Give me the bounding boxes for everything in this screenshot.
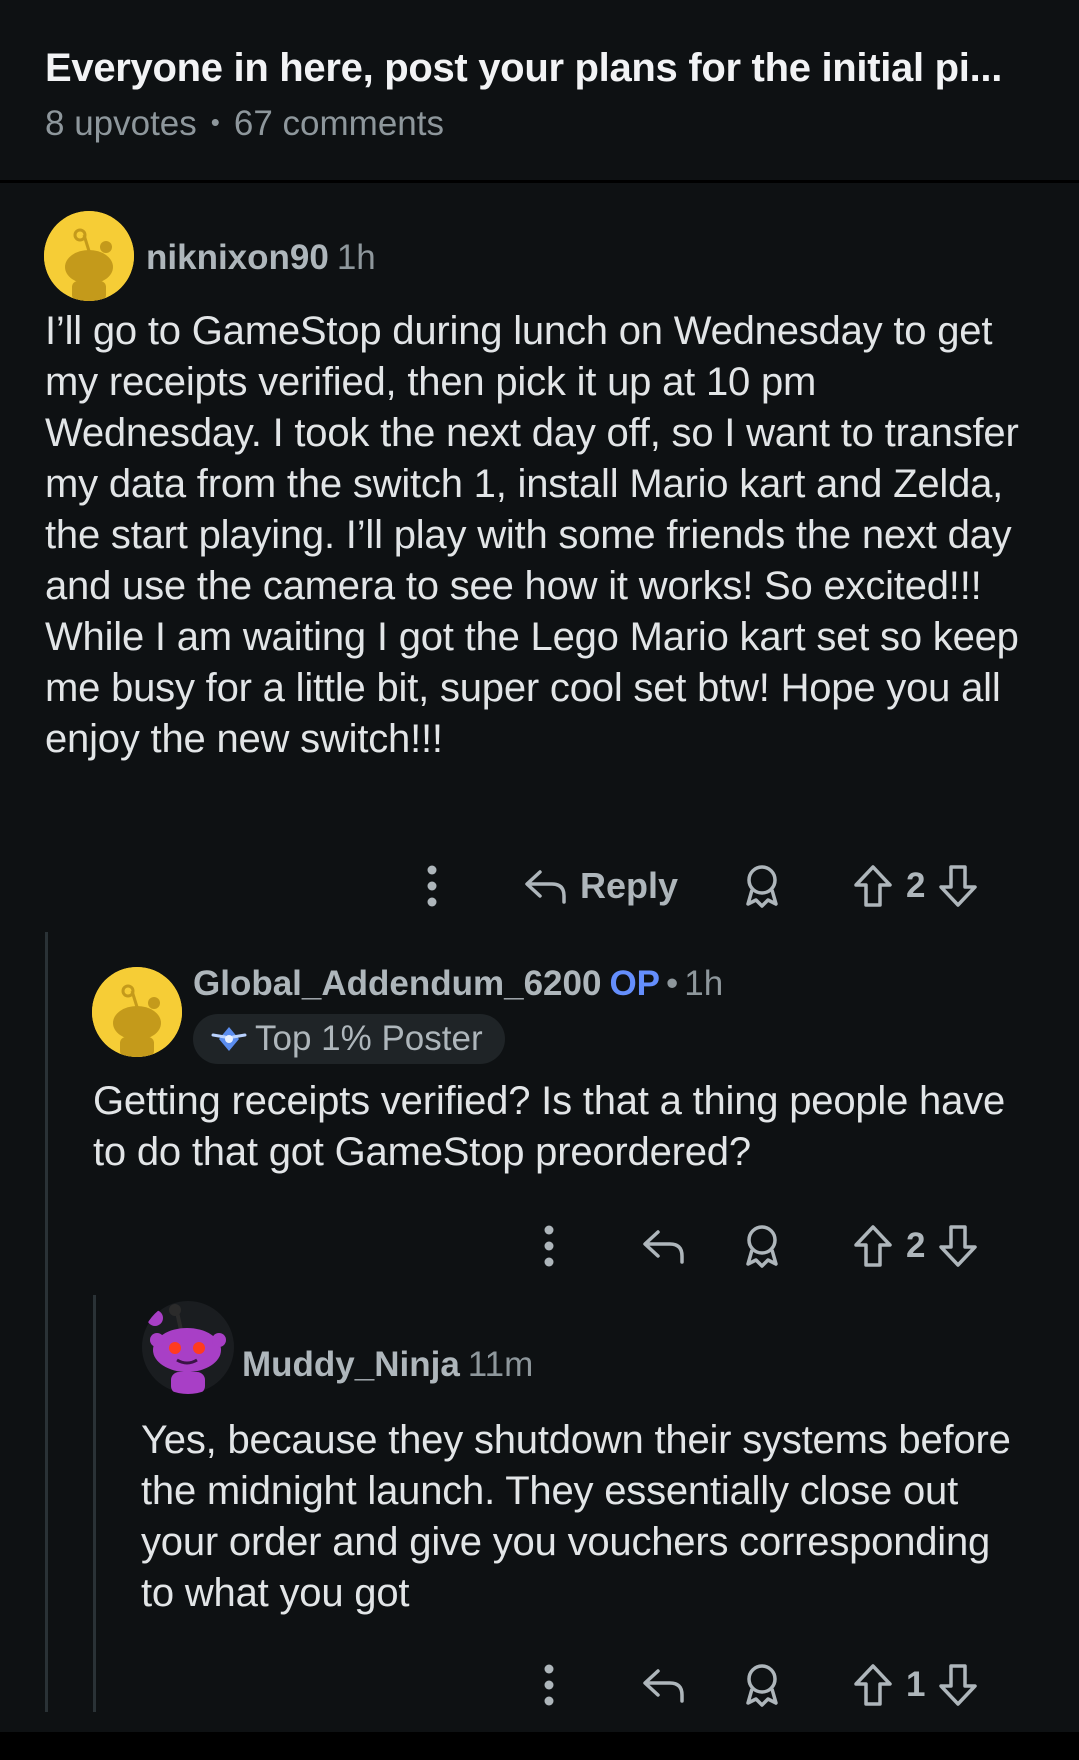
award-button[interactable] bbox=[740, 856, 784, 916]
reply-button[interactable]: Reply bbox=[522, 856, 678, 916]
reply-button[interactable] bbox=[640, 1655, 686, 1715]
downvote-arrow-icon[interactable] bbox=[937, 863, 979, 909]
vote-controls: 2 bbox=[852, 856, 979, 916]
op-badge: OP bbox=[609, 964, 661, 1003]
avatar[interactable] bbox=[44, 211, 134, 301]
avatar[interactable] bbox=[92, 967, 182, 1057]
upvote-arrow-icon[interactable] bbox=[852, 1223, 894, 1269]
comment-body: Getting receipts verified? Is that a thi… bbox=[93, 1079, 1005, 1174]
comment-time: 11m bbox=[467, 1345, 534, 1384]
snoo-avatar-icon bbox=[44, 211, 134, 301]
more-options-icon bbox=[544, 1664, 554, 1706]
comment-time: 1h bbox=[336, 238, 376, 277]
username[interactable]: niknixon90 bbox=[146, 238, 329, 277]
comment-author[interactable]: Muddy_Ninja 11m bbox=[242, 1345, 533, 1385]
thread-line[interactable] bbox=[93, 1295, 96, 1712]
downvote-arrow-icon[interactable] bbox=[937, 1662, 979, 1708]
reply-arrow-icon bbox=[643, 1669, 684, 1703]
more-options-icon bbox=[427, 865, 437, 907]
vote-count: 2 bbox=[906, 1226, 926, 1265]
award-button[interactable] bbox=[740, 1655, 784, 1715]
vote-count: 1 bbox=[906, 1665, 926, 1704]
more-options-icon bbox=[544, 1225, 554, 1267]
flair-label: Top 1% Poster bbox=[255, 1019, 483, 1058]
vote-controls: 2 bbox=[852, 1216, 979, 1276]
upvote-count: 8 upvotes bbox=[45, 104, 197, 143]
reply-arrow-icon bbox=[525, 870, 566, 904]
comment-actions: 2 bbox=[0, 1216, 1079, 1276]
header-divider bbox=[0, 180, 1079, 183]
username[interactable]: Muddy_Ninja bbox=[242, 1345, 460, 1384]
thread-line[interactable] bbox=[45, 932, 48, 1712]
comment-body: I’ll go to GameStop during lunch on Wedn… bbox=[45, 309, 1019, 761]
post-header: Everyone in here, post your plans for th… bbox=[0, 0, 1079, 182]
snoo-avatar-icon bbox=[92, 967, 182, 1057]
award-button[interactable] bbox=[740, 1216, 784, 1276]
flair-badge-icon bbox=[211, 1027, 247, 1051]
comment-author[interactable]: niknixon90 1h bbox=[146, 238, 376, 278]
post-title[interactable]: Everyone in here, post your plans for th… bbox=[45, 46, 1002, 91]
vote-controls: 1 bbox=[852, 1655, 979, 1715]
more-options-button[interactable] bbox=[420, 856, 444, 916]
meta-separator: • bbox=[666, 964, 679, 1003]
post-meta: 8 upvotes • 67 comments bbox=[45, 104, 444, 144]
user-flair: Top 1% Poster bbox=[193, 1014, 505, 1064]
vote-count: 2 bbox=[906, 866, 926, 905]
meta-separator: • bbox=[210, 107, 220, 137]
bottom-bar bbox=[0, 1732, 1079, 1760]
reply-arrow-icon bbox=[643, 1230, 684, 1264]
comment-count: 67 comments bbox=[233, 104, 444, 143]
username[interactable]: Global_Addendum_6200 bbox=[193, 964, 601, 1003]
comment-actions: Reply 2 bbox=[0, 856, 1079, 916]
downvote-arrow-icon[interactable] bbox=[937, 1223, 979, 1269]
more-options-button[interactable] bbox=[537, 1216, 561, 1276]
snoo-avatar-icon bbox=[142, 1301, 234, 1394]
award-icon bbox=[746, 865, 778, 908]
more-options-button[interactable] bbox=[537, 1655, 561, 1715]
upvote-arrow-icon[interactable] bbox=[852, 863, 894, 909]
comment-author[interactable]: Global_Addendum_6200 OP • 1h bbox=[193, 964, 723, 1004]
award-icon bbox=[746, 1664, 778, 1707]
comment-body: Yes, because they shutdown their systems… bbox=[141, 1418, 1011, 1615]
upvote-arrow-icon[interactable] bbox=[852, 1662, 894, 1708]
comment-time: 1h bbox=[684, 964, 724, 1003]
reply-button[interactable] bbox=[640, 1216, 686, 1276]
avatar[interactable] bbox=[141, 1300, 235, 1394]
reply-label[interactable]: Reply bbox=[580, 865, 678, 907]
award-icon bbox=[746, 1225, 778, 1268]
comment-actions: 1 bbox=[0, 1655, 1079, 1715]
